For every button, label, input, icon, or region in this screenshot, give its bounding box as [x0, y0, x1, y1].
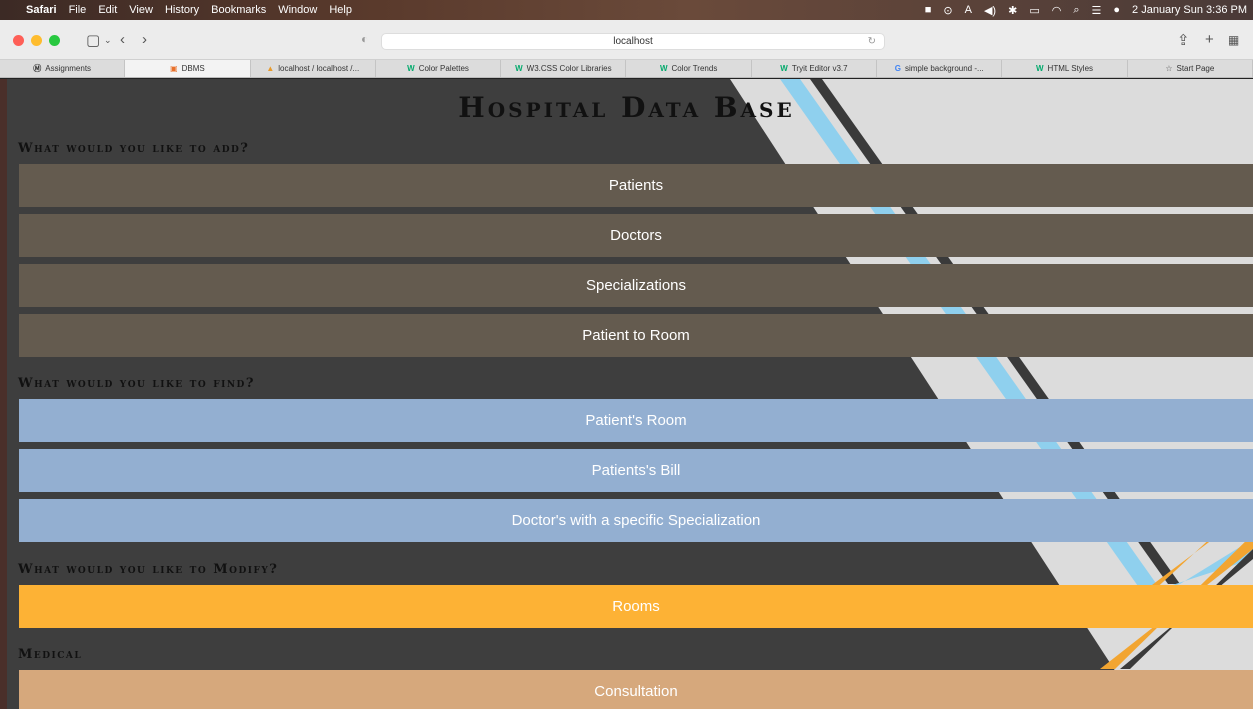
m-logo-icon: Ⓜ: [33, 64, 42, 73]
wifi-icon[interactable]: ◠: [1052, 4, 1062, 17]
w3-logo-icon: W: [515, 64, 523, 73]
browser-toolbar: ▢ ⌄ ‹ › ◐ localhost ↻ ⇪ + ▦: [0, 20, 1253, 60]
menu-window[interactable]: Window: [278, 4, 317, 16]
tab-label: Color Palettes: [418, 64, 469, 73]
find-section-heading: What would you like to find?: [18, 376, 255, 391]
tab-label: localhost / localhost /...: [278, 64, 360, 73]
tab-label: Start Page: [1176, 64, 1215, 73]
box-logo-icon: ▣: [170, 64, 178, 73]
add-doctors-button[interactable]: Doctors: [19, 214, 1253, 257]
web-page: Hospital Data Base What would you like t…: [0, 79, 1253, 709]
tab-label: simple background -...: [904, 64, 984, 73]
w3-logo-icon: W: [407, 64, 415, 73]
privacy-shield-icon[interactable]: ◐: [361, 32, 368, 46]
page-title: Hospital Data Base: [458, 91, 795, 124]
menu-help[interactable]: Help: [329, 4, 352, 16]
find-patients-room-button[interactable]: Patient's Room: [19, 399, 1253, 442]
bluetooth-icon[interactable]: ✱: [1008, 4, 1017, 17]
new-tab-icon[interactable]: +: [1205, 31, 1214, 48]
tab-overview-icon[interactable]: ▦: [1228, 33, 1239, 47]
keyboard-input-icon[interactable]: A: [965, 4, 972, 16]
zoom-window-button[interactable]: [49, 35, 60, 46]
share-icon[interactable]: ⇪: [1177, 31, 1190, 49]
tab-label: Assignments: [45, 64, 92, 73]
add-section-heading: What would you like to add?: [18, 141, 250, 156]
tab-label: HTML Styles: [1047, 64, 1094, 73]
address-bar[interactable]: localhost ↻: [381, 33, 885, 50]
sidebar-toggle-icon[interactable]: ▢: [86, 31, 100, 49]
modify-section-heading: What would you like to Modify?: [18, 562, 279, 577]
menu-bookmarks[interactable]: Bookmarks: [211, 4, 266, 16]
tab-color-palettes[interactable]: W Color Palettes: [376, 60, 502, 77]
tab-label: Tryit Editor v3.7: [791, 64, 848, 73]
modify-rooms-button[interactable]: Rooms: [19, 585, 1253, 628]
menu-file[interactable]: File: [69, 4, 87, 16]
battery-icon[interactable]: ▭: [1029, 4, 1039, 17]
menu-datetime[interactable]: 2 January Sun 3:36 PM: [1132, 4, 1247, 16]
menu-history[interactable]: History: [165, 4, 199, 16]
reload-icon[interactable]: ↻: [868, 34, 876, 49]
menu-edit[interactable]: Edit: [98, 4, 117, 16]
spotlight-search-icon[interactable]: ⌕: [1073, 4, 1079, 17]
control-center-icon[interactable]: ☰: [1092, 4, 1102, 17]
star-icon: ☆: [1165, 64, 1173, 73]
tab-assignments[interactable]: Ⓜ Assignments: [0, 60, 126, 77]
w3-logo-icon: W: [1035, 64, 1044, 73]
tab-bar: Ⓜ Assignments ▣ DBMS ▲ localhost / local…: [0, 60, 1253, 78]
page-left-edge: [0, 79, 7, 709]
find-doctors-by-specialization-button[interactable]: Doctor's with a specific Specialization: [19, 499, 1253, 542]
window-controls: [13, 35, 60, 46]
back-icon[interactable]: ‹: [120, 31, 125, 48]
siri-icon[interactable]: ●: [1113, 4, 1120, 16]
menu-view[interactable]: View: [129, 4, 153, 16]
tab-simple-background[interactable]: G simple background -...: [877, 60, 1003, 77]
address-text: localhost: [613, 36, 653, 47]
w3-logo-icon: W: [659, 64, 668, 73]
tab-html-styles[interactable]: W HTML Styles: [1002, 60, 1128, 77]
tab-phpmyadmin[interactable]: ▲ localhost / localhost /...: [251, 60, 376, 77]
tab-label: W3.CSS Color Libraries: [526, 64, 612, 73]
close-window-button[interactable]: [13, 35, 24, 46]
tab-label: Color Trends: [671, 64, 718, 73]
tab-start-page[interactable]: ☆ Start Page: [1128, 60, 1253, 77]
consultation-button[interactable]: Consultation: [19, 670, 1253, 709]
chevron-down-icon[interactable]: ⌄: [104, 35, 112, 46]
tab-color-trends[interactable]: W Color Trends: [626, 60, 752, 77]
menu-bar: Safari File Edit View History Bookmarks …: [0, 0, 1253, 20]
play-icon[interactable]: ⊙: [943, 4, 952, 17]
medical-section-heading: Medical: [18, 647, 83, 662]
tab-tryit-editor[interactable]: W Tryit Editor v3.7: [752, 60, 878, 77]
forward-icon[interactable]: ›: [142, 31, 147, 48]
phpmyadmin-logo-icon: ▲: [266, 64, 275, 73]
add-specializations-button[interactable]: Specializations: [19, 264, 1253, 307]
volume-icon[interactable]: ◀): [984, 4, 996, 17]
camera-icon[interactable]: ■: [925, 4, 932, 16]
tab-dbms[interactable]: ▣ DBMS: [125, 60, 251, 77]
add-patient-to-room-button[interactable]: Patient to Room: [19, 314, 1253, 357]
tab-w3css-color-libraries[interactable]: W W3.CSS Color Libraries: [501, 60, 627, 77]
menu-app-name[interactable]: Safari: [26, 4, 57, 16]
tab-label: DBMS: [181, 64, 205, 73]
minimize-window-button[interactable]: [31, 35, 42, 46]
w3-logo-icon: W: [780, 64, 788, 73]
find-patients-bill-button[interactable]: Patients's Bill: [19, 449, 1253, 492]
google-logo-icon: G: [894, 64, 901, 73]
add-patients-button[interactable]: Patients: [19, 164, 1253, 207]
